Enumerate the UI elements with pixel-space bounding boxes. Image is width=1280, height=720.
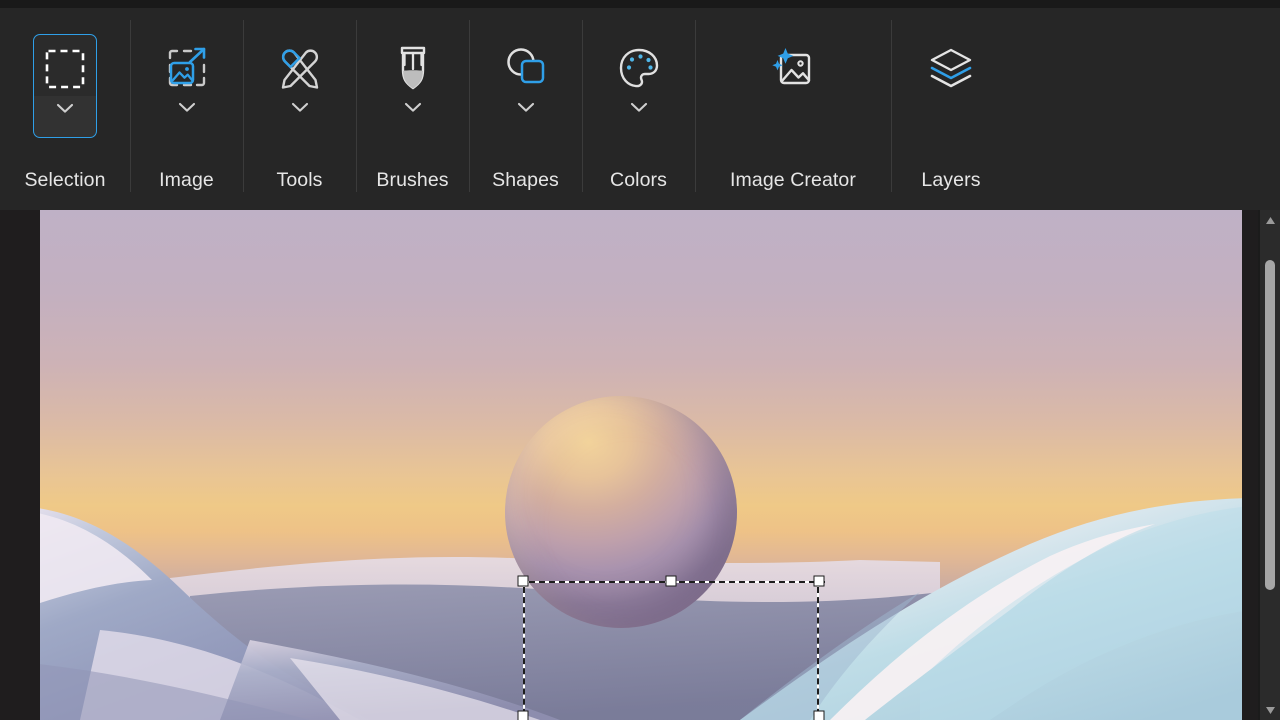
ribbon-button-tools[interactable] [268, 34, 332, 138]
ribbon-button-colors[interactable] [607, 34, 671, 138]
ribbon-label-colors: Colors [610, 169, 667, 191]
resize-handle-top-left[interactable] [517, 575, 529, 587]
marquee-edge-left [523, 581, 525, 720]
resize-handle-middle-left[interactable] [517, 710, 529, 720]
ribbon-button-layers[interactable] [919, 34, 983, 138]
ribbon-group-colors[interactable]: Colors [582, 8, 695, 210]
resize-handle-middle-right[interactable] [813, 710, 825, 720]
circle-square-shapes-icon [502, 34, 550, 102]
image-resize-icon [162, 34, 212, 102]
pencil-eyedropper-icon [275, 34, 325, 102]
scrollbar-thumb[interactable] [1265, 260, 1275, 590]
ribbon-label-image-creator: Image Creator [730, 169, 856, 191]
resize-handle-top-center[interactable] [665, 575, 677, 587]
selection-dashed-square-icon [42, 35, 88, 103]
ribbon-group-brushes[interactable]: Brushes [356, 8, 469, 210]
ribbon-group-image[interactable]: Image [130, 8, 243, 210]
scroll-up-arrow[interactable] [1260, 210, 1280, 230]
selection-marquee[interactable] [517, 575, 825, 720]
chevron-down-icon[interactable] [517, 98, 535, 116]
ribbon-button-selection[interactable] [33, 34, 97, 138]
ribbon-label-layers: Layers [921, 169, 981, 191]
vertical-scrollbar[interactable] [1260, 210, 1280, 720]
ribbon-button-brushes[interactable] [381, 34, 445, 138]
canvas-workspace: Generative erase [0, 210, 1280, 720]
sparkle-image-icon [767, 34, 819, 102]
ribbon-label-tools: Tools [276, 169, 323, 191]
brush-icon [390, 34, 436, 102]
ribbon-label-brushes: Brushes [376, 169, 449, 191]
ribbon-toolbar: Selection Image Tools Brushes Shapes Col… [0, 8, 1280, 210]
ribbon-label-image: Image [159, 169, 214, 191]
ribbon-label-selection: Selection [24, 169, 106, 191]
marquee-edge-right [817, 581, 819, 720]
chevron-down-icon[interactable] [56, 99, 74, 117]
palette-icon [616, 34, 662, 102]
image-canvas[interactable]: Generative erase [40, 210, 1242, 720]
chevron-down-icon[interactable] [291, 98, 309, 116]
ribbon-group-image-creator[interactable]: Image Creator [695, 8, 891, 210]
title-bar-strip [0, 0, 1280, 8]
ribbon-button-image[interactable] [155, 34, 219, 138]
resize-handle-top-right[interactable] [813, 575, 825, 587]
ribbon-group-selection[interactable]: Selection [0, 8, 130, 210]
ribbon-button-image-creator[interactable] [761, 34, 825, 138]
chevron-down-icon[interactable] [178, 98, 196, 116]
ribbon-button-shapes[interactable] [494, 34, 558, 138]
ribbon-group-tools[interactable]: Tools [243, 8, 356, 210]
layers-stack-icon [926, 34, 976, 102]
ribbon-label-shapes: Shapes [492, 169, 559, 191]
paint-app-window: Selection Image Tools Brushes Shapes Col… [0, 0, 1280, 720]
chevron-down-icon[interactable] [630, 98, 648, 116]
ribbon-group-layers[interactable]: Layers [891, 8, 1011, 210]
ribbon-group-shapes[interactable]: Shapes [469, 8, 582, 210]
scroll-down-arrow[interactable] [1260, 700, 1280, 720]
chevron-down-icon[interactable] [404, 98, 422, 116]
